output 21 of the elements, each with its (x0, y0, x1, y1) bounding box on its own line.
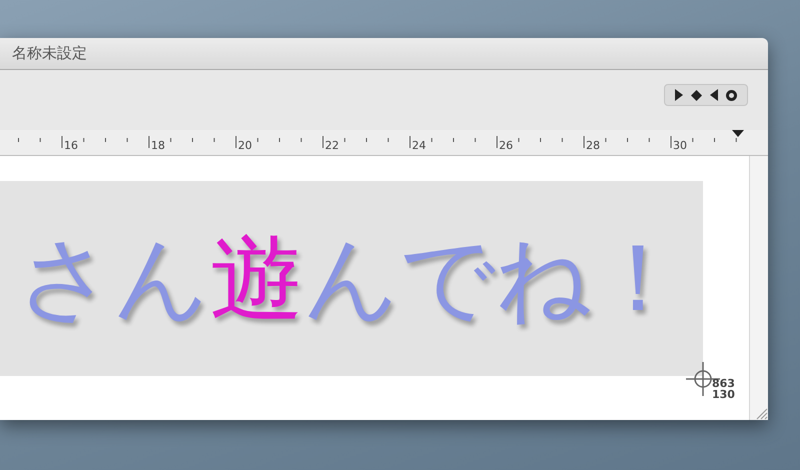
window-title: 名称未設定 (12, 44, 87, 63)
resize-grip-icon[interactable] (754, 406, 768, 420)
left-triangle-icon[interactable] (710, 89, 718, 101)
right-triangle-icon[interactable] (675, 89, 683, 101)
cursor-y-coordinate: 130 (712, 389, 735, 400)
ruler-label: 20 (238, 139, 252, 152)
cursor-x-coordinate: 863 (712, 378, 735, 389)
ruler-label: 30 (673, 139, 687, 152)
circle-icon[interactable] (726, 90, 737, 100)
diamond-icon[interactable] (691, 90, 702, 100)
ruler-label: 24 (412, 139, 426, 152)
ruler-label: 26 (499, 139, 513, 152)
segmented-control[interactable] (664, 84, 748, 106)
ruler-label: 28 (586, 139, 600, 152)
ruler-label: 22 (325, 139, 339, 152)
ruler-label: 18 (151, 139, 165, 152)
text-box[interactable]: さん遊んでね！ (0, 181, 703, 376)
ruler-label: 16 (64, 139, 78, 152)
large-text: さん遊んでね！ (18, 223, 686, 335)
tab-stop-marker[interactable] (732, 130, 744, 137)
scroll-bar[interactable] (749, 156, 768, 420)
